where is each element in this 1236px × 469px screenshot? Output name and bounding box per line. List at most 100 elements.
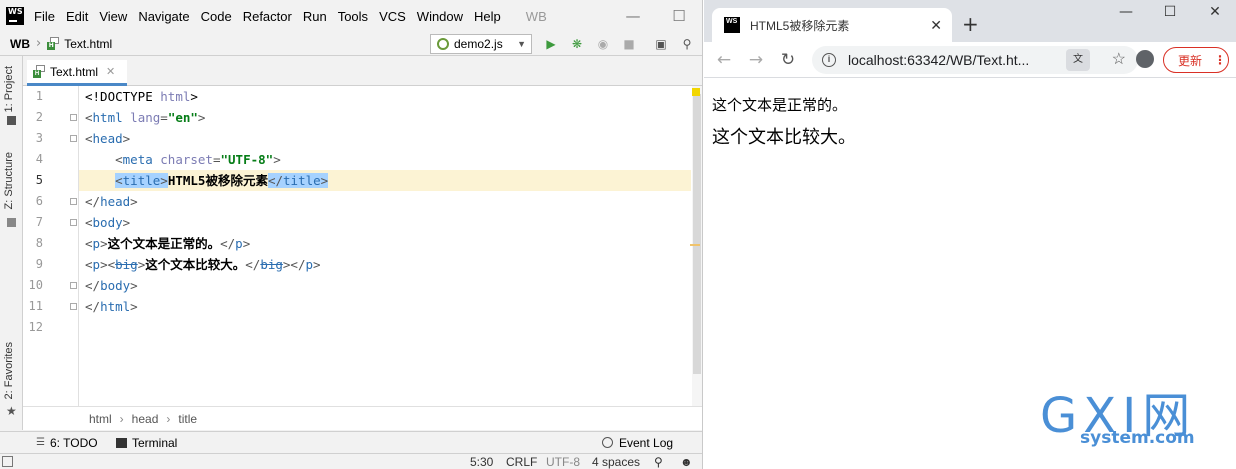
close-icon[interactable]: ✕ xyxy=(930,17,942,34)
new-tab-icon[interactable]: + xyxy=(962,12,979,36)
tag-name: body xyxy=(92,215,123,230)
play-icon[interactable]: ▶ xyxy=(543,36,559,52)
search-icon[interactable]: ⚲ xyxy=(679,36,695,52)
run-config-dropdown[interactable]: demo2.js ▼ xyxy=(430,34,532,54)
event-log-tool-tab[interactable]: Event Log xyxy=(619,436,673,450)
bug-icon[interactable]: ❋ xyxy=(569,36,585,52)
indent-setting[interactable]: 4 spaces xyxy=(592,455,640,469)
menu-edit[interactable]: Edit xyxy=(66,9,88,24)
menu-view[interactable]: View xyxy=(99,9,127,24)
profile-avatar-icon[interactable] xyxy=(1136,50,1154,68)
browser-tab-title: HTML5被移除元素 xyxy=(750,18,850,33)
menu-window[interactable]: Window xyxy=(417,9,463,24)
lock-icon[interactable]: ⚲ xyxy=(654,455,663,469)
menu-refactor[interactable]: Refactor xyxy=(243,9,292,24)
maximize-icon[interactable]: ☐ xyxy=(656,0,702,32)
close-window-icon[interactable]: ✕ xyxy=(1200,4,1230,24)
maximize-icon[interactable]: ☐ xyxy=(1155,4,1185,24)
translate-icon[interactable]: 文 xyxy=(1066,49,1090,71)
code-line-2: <html lang="en"> xyxy=(85,110,206,125)
breadcrumb-separator: › xyxy=(119,411,124,426)
caret-position[interactable]: 5:30 xyxy=(470,455,493,469)
update-button[interactable]: 更新 ⋮ xyxy=(1163,47,1229,73)
file-encoding[interactable]: UTF-8 xyxy=(546,455,580,469)
code-line-11: </html> xyxy=(85,299,138,314)
watermark-logo: GXI网 system.com xyxy=(1040,382,1230,452)
todo-tool-tab[interactable]: 6: TODO xyxy=(50,436,98,450)
fold-marker-icon[interactable] xyxy=(70,219,77,226)
nav-file[interactable]: Text.html xyxy=(64,37,112,51)
tag-name: p xyxy=(235,236,243,251)
terminal-icon xyxy=(116,437,127,448)
error-stripe-marker[interactable] xyxy=(690,244,700,246)
code-line-6: </head> xyxy=(85,194,138,209)
terminal-tool-tab[interactable]: Terminal xyxy=(132,436,177,450)
code-editor[interactable]: 1 2 3 4 5 6 7 8 9 10 11 12 <!DOCTYPE htm… xyxy=(23,86,702,406)
line-separator[interactable]: CRLF xyxy=(506,455,537,469)
back-icon[interactable]: ← xyxy=(712,48,736,72)
minimize-icon[interactable]: — xyxy=(1111,4,1141,24)
window-controls: — ☐ xyxy=(610,0,702,32)
line-number: 6 xyxy=(35,194,43,208)
tag-name: p xyxy=(305,257,313,272)
breadcrumb-head[interactable]: head xyxy=(132,412,159,426)
paragraph-big: 这个文本比较大。 xyxy=(712,127,856,148)
nav-project[interactable]: WB xyxy=(10,37,30,51)
more-vert-icon: ⋮ xyxy=(1214,53,1227,67)
doctype-close: > xyxy=(190,89,198,104)
info-icon[interactable]: i xyxy=(822,53,836,67)
fold-marker-icon[interactable] xyxy=(70,198,77,205)
tag-name: html xyxy=(100,299,131,314)
menu-run[interactable]: Run xyxy=(303,9,327,24)
tag-name: body xyxy=(100,278,131,293)
menu-navigate[interactable]: Navigate xyxy=(138,9,189,24)
warning-marker-icon[interactable] xyxy=(692,88,700,96)
minimize-icon[interactable]: — xyxy=(610,0,656,32)
watermark-domain: system.com xyxy=(1080,428,1195,448)
breadcrumb-title[interactable]: title xyxy=(178,412,197,426)
line-number: 3 xyxy=(35,131,43,145)
tag-name: title xyxy=(122,173,161,188)
doctype-keyword: <!DOCTYPE xyxy=(85,89,161,104)
left-tool-strip: 1: Project Z: Structure 2: Favorites ★ xyxy=(0,56,23,430)
coverage-icon[interactable]: ◉ xyxy=(595,36,611,52)
breadcrumb-html[interactable]: html xyxy=(89,412,112,426)
fold-marker-icon[interactable] xyxy=(70,114,77,121)
browser-tab[interactable]: WS HTML5被移除元素 ✕ xyxy=(712,8,952,42)
structure-tool-tab[interactable]: Z: Structure xyxy=(3,152,15,209)
tag-name: head xyxy=(100,194,131,209)
editor-scrollbar[interactable] xyxy=(690,86,702,406)
menu-file[interactable]: File xyxy=(34,9,55,24)
webstorm-favicon-icon: WS xyxy=(724,17,740,33)
fold-marker-icon[interactable] xyxy=(70,135,77,142)
bookmark-star-icon[interactable]: ☆ xyxy=(1112,49,1126,69)
browser-toolbar: ← → ↻ i localhost:63342/WB/Text.ht... 文 … xyxy=(704,42,1236,78)
fold-marker-icon[interactable] xyxy=(70,282,77,289)
address-bar[interactable]: i localhost:63342/WB/Text.ht... 文 ☆ xyxy=(812,46,1138,74)
window-layout-icon[interactable]: ▣ xyxy=(653,36,669,52)
line-number: 1 xyxy=(35,89,43,103)
inspector-icon[interactable]: ☻ xyxy=(680,455,693,469)
line-number: 9 xyxy=(35,257,43,271)
tool-window-toggle-icon[interactable] xyxy=(2,456,13,467)
nav-separator: › xyxy=(36,36,42,51)
fold-marker-icon[interactable] xyxy=(70,303,77,310)
project-tool-tab[interactable]: 1: Project xyxy=(3,66,15,112)
forward-icon[interactable]: → xyxy=(744,48,768,72)
menu-vcs[interactable]: VCS xyxy=(379,9,406,24)
stop-icon[interactable]: ■ xyxy=(621,36,637,52)
close-tab-icon[interactable]: ✕ xyxy=(106,65,115,78)
title-text: HTML5被移除元素 xyxy=(167,173,268,188)
menu-code[interactable]: Code xyxy=(201,9,232,24)
paragraph-text: 这个文本是正常的。 xyxy=(107,236,221,251)
tag-name: p xyxy=(92,257,101,272)
tab-text-html[interactable]: H Text.html ✕ xyxy=(27,60,127,86)
scrollbar-thumb[interactable] xyxy=(693,94,701,374)
menu-help[interactable]: Help xyxy=(474,9,501,24)
menu-tools[interactable]: Tools xyxy=(338,9,368,24)
favorites-tool-tab[interactable]: 2: Favorites xyxy=(3,342,15,399)
star-icon: ★ xyxy=(6,404,17,418)
chevron-down-icon: ▼ xyxy=(517,39,526,49)
code-line-5: <title>HTML5被移除元素</title> xyxy=(115,173,329,188)
reload-icon[interactable]: ↻ xyxy=(776,48,800,72)
